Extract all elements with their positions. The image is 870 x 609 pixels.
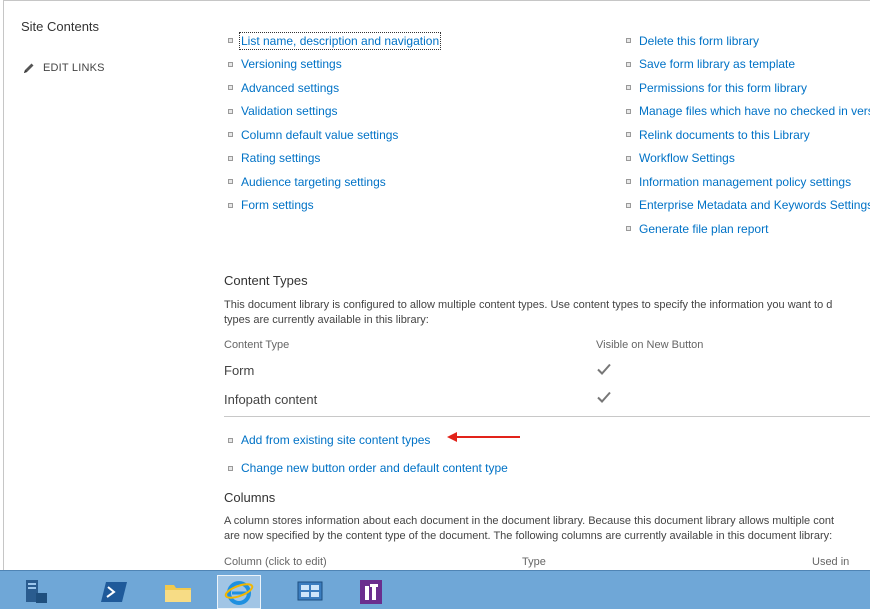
visible-on-new-button-column-header: Visible on New Button xyxy=(596,339,704,351)
bullet-icon xyxy=(228,202,233,208)
save-as-template-link[interactable]: Save form library as template xyxy=(639,57,795,71)
generate-file-plan-report-link[interactable]: Generate file plan report xyxy=(639,222,768,236)
checkmark-icon xyxy=(597,362,611,380)
list-item: Information management policy settings xyxy=(626,170,870,194)
bullet-icon xyxy=(228,132,233,138)
column-used-in-header: Used in xyxy=(812,556,850,568)
bullet-icon xyxy=(626,108,631,114)
list-item: Column default value settings xyxy=(228,123,439,147)
edit-links-label: EDIT LINKS xyxy=(43,62,105,74)
list-item: Permissions for this form library xyxy=(626,76,870,100)
list-item: Enterprise Metadata and Keywords Setting… xyxy=(626,194,870,218)
bullet-icon xyxy=(228,61,233,67)
internet-explorer-icon[interactable] xyxy=(217,575,261,609)
list-item: Save form library as template xyxy=(626,53,870,77)
bullet-icon xyxy=(626,202,631,208)
add-existing-content-types-link[interactable]: Add from existing site content types xyxy=(241,433,430,447)
workflow-settings-link[interactable]: Workflow Settings xyxy=(639,151,735,165)
audience-targeting-settings-link[interactable]: Audience targeting settings xyxy=(241,175,386,189)
control-panel-icon[interactable] xyxy=(288,575,332,609)
list-item: Versioning settings xyxy=(228,53,439,77)
description-line: types are currently available in this li… xyxy=(224,314,429,326)
list-item: Form settings xyxy=(228,194,439,218)
bullet-icon xyxy=(626,85,631,91)
list-item: List name, description and navigation xyxy=(228,29,442,53)
relink-documents-link[interactable]: Relink documents to this Library xyxy=(639,128,810,142)
pencil-icon xyxy=(23,62,35,74)
bullet-icon xyxy=(228,179,233,185)
powershell-icon[interactable] xyxy=(92,575,136,609)
bullet-icon xyxy=(228,38,233,44)
content-type-column-header: Content Type xyxy=(224,339,290,351)
list-item: Delete this form library xyxy=(626,29,870,53)
content-types-heading: Content Types xyxy=(224,273,308,288)
edit-links-button[interactable]: EDIT LINKS xyxy=(23,62,105,74)
list-item: Validation settings xyxy=(228,100,439,124)
server-manager-icon[interactable] xyxy=(14,575,58,609)
rating-settings-link[interactable]: Rating settings xyxy=(241,151,320,165)
bullet-icon xyxy=(228,155,233,161)
list-item: Generate file plan report xyxy=(626,217,870,241)
settings-page: Site Contents EDIT LINKS List name, desc… xyxy=(3,0,870,571)
delete-form-library-link[interactable]: Delete this form library xyxy=(639,34,759,48)
column-default-value-settings-link[interactable]: Column default value settings xyxy=(241,128,398,142)
file-explorer-icon[interactable] xyxy=(156,575,200,609)
form-settings-link[interactable]: Form settings xyxy=(241,198,314,212)
content-type-infopath-link[interactable]: Infopath content xyxy=(224,392,317,407)
bullet-icon xyxy=(626,61,631,67)
list-item: Workflow Settings xyxy=(626,147,870,171)
list-name-description-link[interactable]: List name, description and navigation xyxy=(238,31,442,50)
columns-heading: Columns xyxy=(224,490,276,505)
permissions-link[interactable]: Permissions for this form library xyxy=(639,81,807,95)
infopath-icon[interactable] xyxy=(349,575,393,609)
red-arrow-annotation-icon xyxy=(447,432,520,442)
bullet-icon xyxy=(228,85,233,91)
columns-description: A column stores information about each d… xyxy=(224,514,834,544)
list-item: Manage files which have no checked in ve… xyxy=(626,100,870,124)
content-types-description: This document library is configured to a… xyxy=(224,298,832,328)
column-name-header: Column (click to edit) xyxy=(224,556,327,568)
advanced-settings-link[interactable]: Advanced settings xyxy=(241,81,339,95)
validation-settings-link[interactable]: Validation settings xyxy=(241,104,338,118)
list-item: Relink documents to this Library xyxy=(626,123,870,147)
bullet-icon xyxy=(626,38,631,44)
bullet-icon xyxy=(626,155,631,161)
site-contents-link[interactable]: Site Contents xyxy=(21,19,99,34)
list-item: Audience targeting settings xyxy=(228,170,439,194)
list-item: Change new button order and default cont… xyxy=(228,453,508,483)
general-settings-list: List name, description and navigation Ve… xyxy=(228,29,442,218)
information-management-policy-link[interactable]: Information management policy settings xyxy=(639,175,851,189)
column-type-header: Type xyxy=(522,556,546,568)
enterprise-metadata-keywords-link[interactable]: Enterprise Metadata and Keywords Setting… xyxy=(639,198,870,212)
checkmark-icon xyxy=(597,390,611,408)
taskbar xyxy=(0,570,870,609)
description-line: A column stores information about each d… xyxy=(224,515,834,527)
bullet-icon xyxy=(626,179,631,185)
content-type-form-link[interactable]: Form xyxy=(224,363,254,378)
versioning-settings-link[interactable]: Versioning settings xyxy=(241,57,342,71)
bullet-icon xyxy=(228,108,233,114)
description-line: are now specified by the content type of… xyxy=(224,530,833,542)
bullet-icon xyxy=(626,132,631,138)
bullet-icon xyxy=(228,437,233,443)
permissions-management-list: Delete this form library Save form libra… xyxy=(626,29,870,241)
list-item: Advanced settings xyxy=(228,76,439,100)
bullet-icon xyxy=(626,226,631,232)
list-item: Rating settings xyxy=(228,147,439,171)
content-types-divider xyxy=(224,416,870,417)
change-button-order-link[interactable]: Change new button order and default cont… xyxy=(241,461,508,475)
bullet-icon xyxy=(228,465,233,471)
manage-checked-out-files-link[interactable]: Manage files which have no checked in ve… xyxy=(639,104,870,118)
description-line: This document library is configured to a… xyxy=(224,299,833,311)
